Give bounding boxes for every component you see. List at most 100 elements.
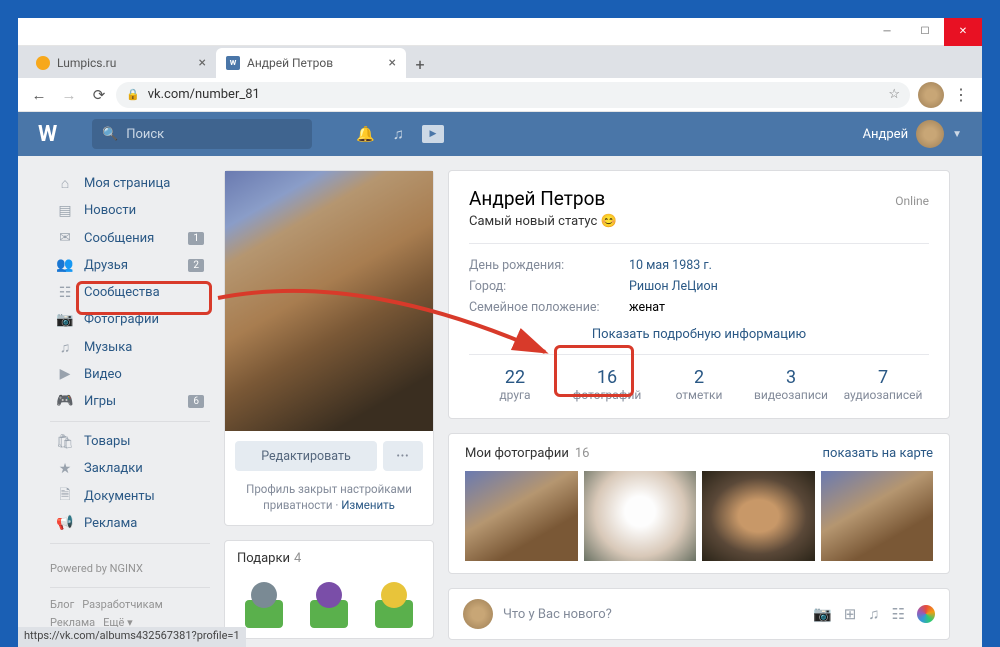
nav-my-page[interactable]: ⌂Моя страница: [50, 170, 210, 197]
profile-photo[interactable]: [225, 171, 433, 431]
nav-friends[interactable]: 👥Друзья2: [50, 252, 210, 279]
gifts-count: 4: [294, 551, 301, 566]
omnibox[interactable]: 🔒 vk.com/number_81 ☆: [116, 82, 910, 108]
nav-photos[interactable]: 📷Фотографии: [50, 306, 210, 333]
info-value[interactable]: 10 мая 1983 г.: [629, 258, 712, 273]
tab-vk[interactable]: w Андрей Петров ×: [216, 48, 406, 78]
post-input[interactable]: Что у Вас нового?: [503, 607, 803, 622]
nav-games[interactable]: 🎮 Игры 6: [50, 388, 210, 415]
tab-strip: Lumpics.ru × w Андрей Петров × +: [18, 46, 982, 78]
story-icon[interactable]: [917, 605, 935, 623]
counter-videos[interactable]: 3видеозаписи: [745, 367, 837, 402]
nav-label: Игры: [84, 394, 116, 409]
video-icon: ▶: [56, 366, 74, 382]
reload-button[interactable]: ⟳: [86, 82, 112, 108]
play-icon[interactable]: ▶: [422, 125, 444, 143]
news-icon: ▤: [56, 203, 74, 219]
address-bar: ← → ⟳ 🔒 vk.com/number_81 ☆ ⋮: [18, 78, 982, 112]
attach-more-icon[interactable]: ☷: [892, 605, 905, 623]
show-more-link[interactable]: Показать подробную информацию: [469, 327, 929, 342]
profile-photo-panel: Редактировать ••• Профиль закрыт настрой…: [224, 170, 434, 526]
nav-music[interactable]: ♫Музыка: [50, 333, 210, 360]
more-button[interactable]: •••: [383, 441, 423, 471]
nav-badge: 6: [188, 395, 204, 408]
vk-header: W 🔍 Поиск 🔔 ♫ ▶ Андрей ▼: [18, 112, 982, 156]
nav-bookmarks[interactable]: ★Закладки: [50, 455, 210, 482]
nav-communities[interactable]: ☷Сообщества: [50, 279, 210, 306]
tab-title: Андрей Петров: [247, 56, 333, 70]
lock-icon: 🔒: [126, 88, 140, 101]
nav-label: Видео: [84, 367, 122, 382]
nav-documents[interactable]: 🗎Документы: [50, 483, 210, 510]
market-icon: 🛍: [56, 434, 74, 450]
info-label: День рождения:: [469, 258, 629, 273]
browser-menu-button[interactable]: ⋮: [948, 82, 974, 108]
window-titlebar: ─ ☐ ✕: [18, 18, 982, 46]
nav-label: Друзья: [84, 258, 128, 273]
show-on-map-link[interactable]: показать на карте: [823, 446, 933, 461]
gift-item[interactable]: [302, 574, 356, 628]
footer-powered: Powered by NGINX: [50, 560, 210, 579]
photos-count: 16: [575, 446, 590, 461]
new-tab-button[interactable]: +: [406, 50, 434, 78]
photo-thumbnail[interactable]: [465, 471, 578, 561]
profile-status[interactable]: Самый новый статус 😊: [469, 214, 929, 229]
nav-messages[interactable]: ✉Сообщения1: [50, 224, 210, 251]
forward-button[interactable]: →: [56, 82, 82, 108]
bookmark-star-icon[interactable]: ☆: [888, 87, 900, 102]
counter-friends[interactable]: 22друга: [469, 367, 561, 402]
attach-video-icon[interactable]: ⊞: [844, 605, 857, 623]
info-value: женат: [629, 300, 665, 315]
profile-avatar-button[interactable]: [918, 82, 944, 108]
counter-photos[interactable]: 16фотографий: [561, 367, 653, 402]
vk-user-menu[interactable]: Андрей ▼: [863, 120, 962, 148]
nav-video[interactable]: ▶ Видео: [50, 361, 210, 388]
profile-info-panel: Андрей Петров Online Самый новый статус …: [448, 170, 950, 419]
photo-thumbnail[interactable]: [702, 471, 815, 561]
edit-button[interactable]: Редактировать: [235, 441, 377, 471]
tab-close-icon[interactable]: ×: [199, 55, 206, 71]
back-button[interactable]: ←: [26, 82, 52, 108]
footer-link[interactable]: Блог: [50, 598, 74, 611]
nav-ads[interactable]: 📢Реклама: [50, 510, 210, 537]
nav-badge: 2: [188, 259, 204, 272]
gifts-panel[interactable]: Подарки 4: [224, 540, 434, 639]
maximize-button[interactable]: ☐: [906, 18, 944, 46]
info-value[interactable]: Ришон ЛеЦион: [629, 279, 718, 294]
games-icon: 🎮: [56, 393, 74, 409]
counter-audio[interactable]: 7аудиозаписей: [837, 367, 929, 402]
nav-label: Моя страница: [84, 176, 170, 191]
nav-label: Сообщества: [84, 285, 160, 300]
attach-photo-icon[interactable]: 📷: [813, 605, 832, 623]
privacy-note: Профиль закрыт настройками приватности ·…: [225, 481, 433, 525]
gift-item[interactable]: [237, 574, 291, 628]
photo-thumbnail[interactable]: [584, 471, 697, 561]
music-icon[interactable]: ♫: [393, 125, 404, 143]
vk-search-input[interactable]: 🔍 Поиск: [92, 119, 312, 149]
search-icon: 🔍: [102, 127, 118, 142]
tab-close-icon[interactable]: ×: [389, 55, 396, 71]
tab-title: Lumpics.ru: [57, 56, 116, 70]
nav-news[interactable]: ▤Новости: [50, 197, 210, 224]
footer-link[interactable]: Разработчикам: [82, 598, 163, 611]
photos-title[interactable]: Мои фотографии: [465, 446, 569, 461]
counter-tags[interactable]: 2отметки: [653, 367, 745, 402]
minimize-button[interactable]: ─: [868, 18, 906, 46]
nav-market[interactable]: 🛍 Товары: [50, 428, 210, 455]
message-icon: ✉: [56, 230, 74, 246]
close-button[interactable]: ✕: [944, 18, 982, 46]
vk-logo-icon[interactable]: W: [38, 122, 78, 147]
nav-separator: [50, 421, 210, 422]
gifts-title: Подарки: [237, 551, 290, 566]
privacy-change-link[interactable]: Изменить: [341, 498, 395, 512]
attach-music-icon[interactable]: ♫: [868, 605, 879, 623]
photo-thumbnail[interactable]: [821, 471, 934, 561]
tab-lumpics[interactable]: Lumpics.ru ×: [26, 48, 216, 78]
gift-item[interactable]: [367, 574, 421, 628]
info-label: Город:: [469, 279, 629, 294]
new-post-panel[interactable]: Что у Вас нового? 📷 ⊞ ♫ ☷: [448, 588, 950, 640]
chevron-down-icon: ▼: [952, 129, 962, 140]
nav-label: Товары: [84, 434, 130, 449]
info-label: Семейное положение:: [469, 300, 629, 315]
notifications-icon[interactable]: 🔔: [356, 125, 375, 143]
